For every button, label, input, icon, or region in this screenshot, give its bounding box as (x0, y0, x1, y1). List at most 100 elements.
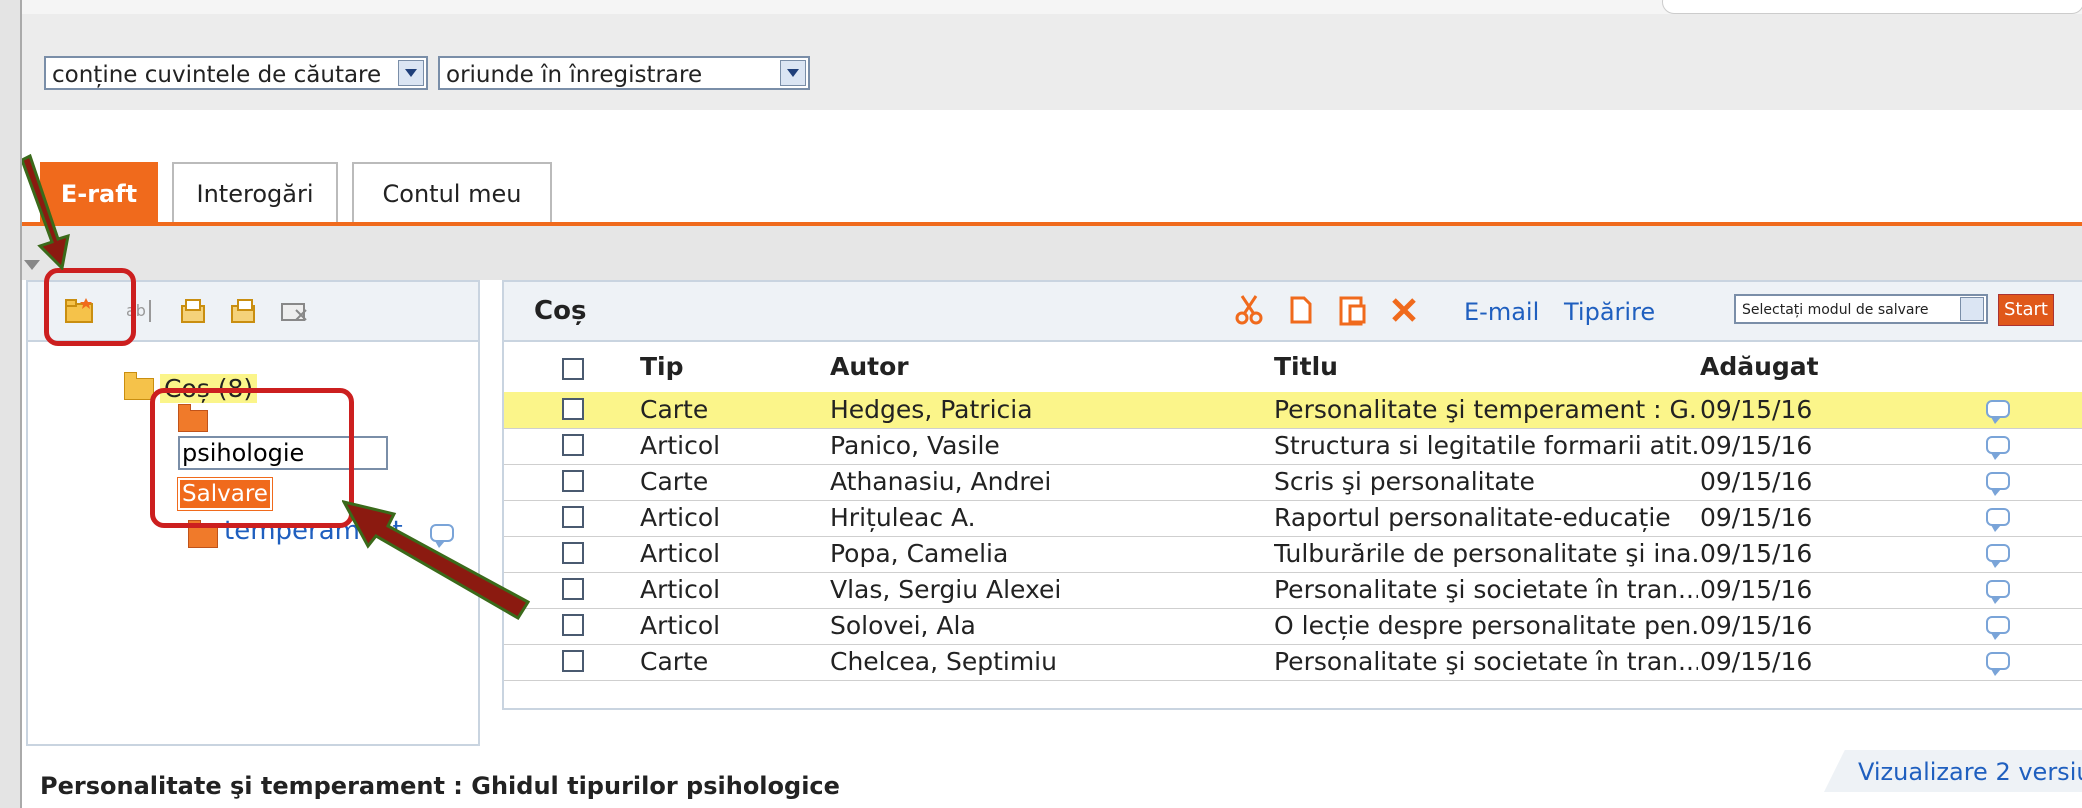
row-checkbox[interactable] (562, 650, 584, 672)
delete-folder-icon[interactable] (278, 296, 310, 324)
row-checkbox[interactable] (562, 470, 584, 492)
top-strip (22, 0, 2082, 15)
comment-icon[interactable] (1986, 652, 2010, 676)
annotation-arrow-left (342, 499, 531, 621)
cell-titlu[interactable]: Personalitate şi societate în tran... (1274, 572, 1698, 608)
cell-adaugat: 09/15/16 (1700, 503, 1813, 532)
cell-titlu[interactable]: Personalitate şi societate în tran... (1274, 644, 1698, 680)
cell-adaugat: 09/15/16 (1700, 395, 1813, 424)
cell-tip: Articol (640, 611, 721, 640)
basket-title: Coș (534, 296, 587, 326)
versions-link[interactable]: Vizualizare 2 versiun (1858, 758, 2082, 786)
row-checkbox[interactable] (562, 434, 584, 456)
cut-icon[interactable] (1234, 294, 1264, 326)
row-checkbox[interactable] (562, 506, 584, 528)
cell-tip: Articol (640, 503, 721, 532)
chevron-down-icon[interactable] (1960, 297, 1984, 321)
cell-adaugat: 09/15/16 (1700, 611, 1813, 640)
table-row[interactable]: Carte Athanasiu, Andrei Scris şi personali… (504, 464, 2082, 501)
tab-label: Contul meu (382, 180, 522, 208)
comment-icon[interactable] (1986, 400, 2010, 424)
row-checkbox[interactable] (562, 614, 584, 636)
comment-icon[interactable] (1986, 472, 2010, 496)
save-mode-value: Selectați modul de salvare (1742, 302, 1929, 318)
cell-autor[interactable]: Hedges, Patricia (830, 392, 1250, 428)
cell-tip: Carte (640, 647, 709, 676)
cell-titlu[interactable]: O lecție despre personalitate pen... (1274, 608, 1698, 644)
comment-icon[interactable] (1986, 544, 2010, 568)
save-mode-select[interactable]: Selectați modul de salvare (1734, 294, 1988, 324)
paste-folder-icon[interactable] (228, 296, 260, 324)
cell-titlu[interactable]: Scris şi personalitate (1274, 464, 1698, 500)
comment-icon[interactable] (1986, 616, 2010, 640)
print-link[interactable]: Tipărire (1564, 298, 1655, 326)
cell-tip: Articol (640, 575, 721, 604)
cell-titlu[interactable]: Tulburările de personalitate şi ina... (1274, 536, 1698, 572)
cell-autor[interactable]: Solovei, Ala (830, 608, 1250, 644)
table-row[interactable]: Articol Popa, Camelia Tulburările de perso… (504, 536, 2082, 573)
cell-adaugat: 09/15/16 (1700, 467, 1813, 496)
folder-icon (124, 372, 154, 400)
cell-autor[interactable]: Athanasiu, Andrei (830, 464, 1250, 500)
cell-adaugat: 09/15/16 (1700, 647, 1813, 676)
top-search-pill[interactable] (1662, 0, 2082, 14)
paste-icon[interactable] (1338, 294, 1368, 326)
comment-icon[interactable] (1986, 580, 2010, 604)
email-link[interactable]: E-mail (1464, 298, 1539, 326)
search-mode-value: conține cuvintele de căutare (52, 62, 382, 88)
annotation-box-save (150, 388, 354, 528)
copy-folder-icon[interactable] (178, 296, 210, 324)
cell-adaugat: 09/15/16 (1700, 575, 1813, 604)
row-checkbox[interactable] (562, 578, 584, 600)
row-checkbox[interactable] (562, 398, 584, 420)
cell-autor[interactable]: Hrițuleac A. (830, 500, 1250, 536)
delete-icon[interactable] (1390, 296, 1418, 324)
tab-interogari[interactable]: Interogări (172, 162, 338, 222)
versions-tab[interactable]: Vizualizare 2 versiun (1824, 750, 2082, 792)
cell-tip: Carte (640, 467, 709, 496)
search-bar: conține cuvintele de căutare oriunde în … (22, 14, 2082, 110)
cell-adaugat: 09/15/16 (1700, 539, 1813, 568)
tab-label: Interogări (196, 180, 314, 208)
cell-autor[interactable]: Chelcea, Septimiu (830, 644, 1250, 680)
table-row[interactable]: Articol Panico, Vasile Structura si legita… (504, 428, 2082, 465)
cell-autor[interactable]: Vlas, Sergiu Alexei (830, 572, 1250, 608)
tab-contul-meu[interactable]: Contul meu (352, 162, 552, 222)
column-header-titlu[interactable]: Titlu (1274, 352, 1338, 381)
detail-title: Personalitate şi temperament : Ghidul ti… (40, 772, 840, 800)
cell-tip: Articol (640, 431, 721, 460)
cell-autor[interactable]: Popa, Camelia (830, 536, 1250, 572)
cell-adaugat: 09/15/16 (1700, 431, 1813, 460)
search-scope-value: oriunde în înregistrare (446, 62, 703, 88)
chevron-down-icon[interactable] (780, 60, 806, 86)
chevron-down-icon[interactable] (398, 60, 424, 86)
column-header-autor[interactable]: Autor (830, 352, 909, 381)
row-checkbox[interactable] (562, 542, 584, 564)
search-scope-select[interactable]: oriunde în înregistrare (438, 56, 810, 90)
table-row[interactable]: Articol Solovei, Ala O lecție despre perso… (504, 608, 2082, 645)
comment-icon[interactable] (1986, 436, 2010, 460)
table-row[interactable]: Carte Hedges, Patricia Personalitate şi te… (504, 392, 2082, 429)
start-button[interactable]: Start (1998, 294, 2054, 326)
cell-titlu[interactable]: Structura si legitatile formarii atit... (1274, 428, 1698, 464)
column-header-tip[interactable]: Tip (640, 352, 684, 381)
basket-panel: Coș E-mail Tipărire Selectați modul de s… (502, 280, 2082, 710)
tab-label: E-raft (60, 180, 138, 208)
search-mode-select[interactable]: conține cuvintele de căutare (44, 56, 428, 90)
cell-autor[interactable]: Panico, Vasile (830, 428, 1250, 464)
cell-titlu[interactable]: Personalitate şi temperament : G... (1274, 392, 1698, 428)
table-row[interactable]: Carte Chelcea, Septimiu Personalitate şi s… (504, 644, 2082, 681)
annotation-arrow-down (22, 153, 70, 270)
cell-titlu[interactable]: Raportul personalitate-educație (1274, 500, 1698, 536)
annotation-box-new-folder (44, 268, 136, 346)
column-header-adaugat[interactable]: Adăugat (1700, 352, 1819, 381)
comment-icon[interactable] (1986, 508, 2010, 532)
table-row[interactable]: Articol Hrițuleac A. Raportul personalitat… (504, 500, 2082, 537)
copy-icon[interactable] (1288, 294, 1316, 326)
toolbar-band (22, 226, 2082, 280)
cell-tip: Carte (640, 395, 709, 424)
select-all-checkbox[interactable] (562, 358, 584, 380)
detail-header: Personalitate şi temperament : Ghidul ti… (22, 750, 2082, 808)
table-row[interactable]: Articol Vlas, Sergiu Alexei Personalitate … (504, 572, 2082, 609)
basket-toolbar: Coș E-mail Tipărire Selectați modul de s… (504, 282, 2082, 342)
